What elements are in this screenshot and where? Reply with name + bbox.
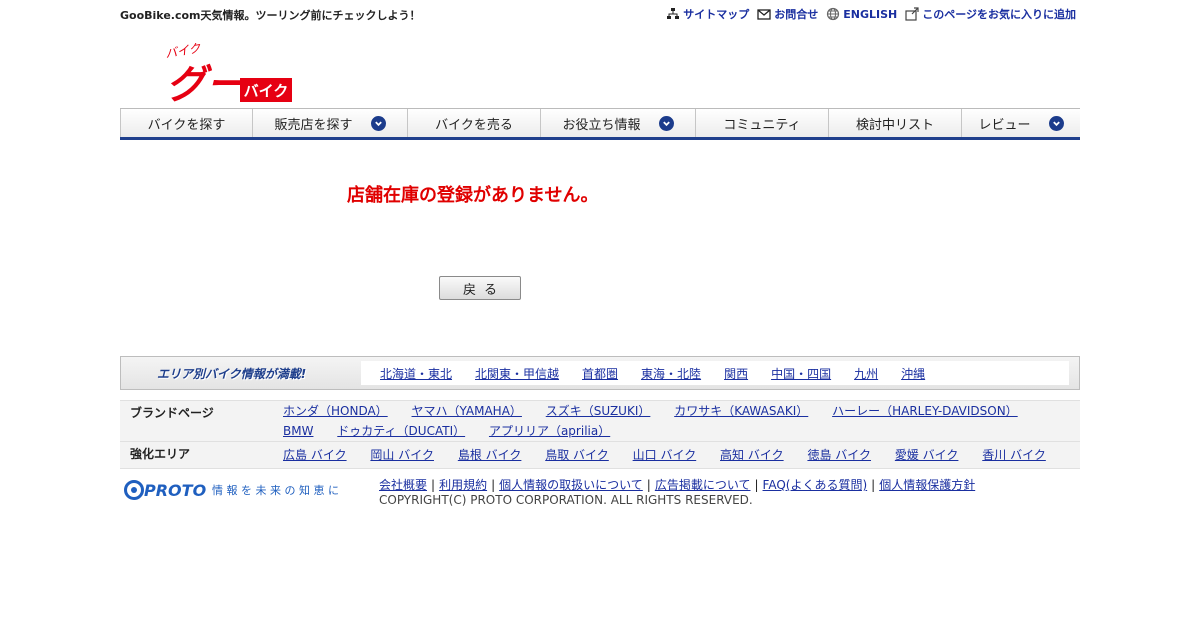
area-link-hokkaido-tohoku[interactable]: 北海道・東北 (380, 365, 452, 382)
nav-label: バイクを売る (435, 117, 513, 133)
globe-icon (827, 7, 840, 21)
footer-link-privacy-policy[interactable]: 個人情報保護方針 (879, 478, 975, 492)
footer-separator: | (646, 478, 651, 492)
footer-link-advertising[interactable]: 広告掲載について (655, 478, 751, 492)
area-link-chugoku-shikoku[interactable]: 中国・四国 (771, 365, 831, 382)
main-nav: バイクを探す 販売店を探す バイクを売る お役立ち情報 コミュニティ 検討中リス… (120, 108, 1080, 140)
area-links: 北海道・東北 北関東・甲信越 首都圏 東海・北陸 関西 中国・四国 九州 沖縄 (361, 361, 1069, 385)
brand-links: ホンダ（HONDA） ヤマハ（YAMAHA） スズキ（SUZUKI） カワサキ（… (283, 401, 1080, 441)
nav-label: バイクを探す (147, 117, 226, 133)
proto-logo[interactable]: PROTO 情 報 を 未 来 の 知 恵 に (124, 479, 364, 501)
area-link-kyushu[interactable]: 九州 (854, 365, 878, 382)
contact-link[interactable]: お問合せ (757, 6, 818, 22)
footer-link-terms[interactable]: 利用規約 (439, 478, 487, 492)
proto-logo-text: PROTO (144, 481, 207, 500)
focus-area-links: 広島 バイク 岡山 バイク 島根 バイク 鳥取 バイク 山口 バイク 高知 バイ… (283, 442, 1080, 468)
nav-review[interactable]: レビュー (962, 109, 1080, 137)
area-bar-title: エリア別バイク情報が満載! (157, 367, 307, 381)
utility-links: サイトマップ お問合せ ENGLISH このページをお気に入りに追加 (666, 6, 1076, 22)
mail-icon (757, 9, 771, 20)
area-link-tokai-hokuriku[interactable]: 東海・北陸 (641, 365, 701, 382)
sitemap-icon (667, 8, 680, 19)
brand-link-ducati[interactable]: ドゥカティ（DUCATI） (337, 421, 465, 441)
nav-sell-bike[interactable]: バイクを売る (408, 109, 541, 137)
bookmark-add-icon (905, 7, 919, 21)
brand-link-bmw[interactable]: BMW (283, 421, 313, 441)
footer-separator: | (871, 478, 876, 492)
brand-row-label: ブランドページ (130, 406, 214, 420)
no-stock-message: 店舗在庫の登録がありません。 (347, 185, 599, 206)
footer-link-privacy-handling[interactable]: 個人情報の取扱いについて (499, 478, 643, 492)
footer-separator: | (431, 478, 436, 492)
focus-link-tokushima[interactable]: 徳島 バイク (807, 445, 871, 465)
focus-area-row: 強化エリア 広島 バイク 岡山 バイク 島根 バイク 鳥取 バイク 山口 バイク… (120, 441, 1080, 469)
area-bar: エリア別バイク情報が満載! 北海道・東北 北関東・甲信越 首都圏 東海・北陸 関… (120, 356, 1080, 390)
focus-area-label: 強化エリア (130, 447, 191, 461)
footer-separator: | (754, 478, 759, 492)
brand-link-yamaha[interactable]: ヤマハ（YAMAHA） (412, 401, 522, 421)
english-link[interactable]: ENGLISH (826, 7, 897, 21)
focus-link-yamaguchi[interactable]: 山口 バイク (633, 445, 697, 465)
bookmark-label: このページをお気に入りに追加 (922, 8, 1076, 21)
brand-area-table: ブランドページ ホンダ（HONDA） ヤマハ（YAMAHA） スズキ（SUZUK… (120, 400, 1080, 469)
area-link-kansai[interactable]: 関西 (724, 365, 748, 382)
sitemap-label: サイトマップ (683, 8, 750, 21)
nav-label: レビュー (978, 117, 1031, 133)
area-link-shutoken[interactable]: 首都圏 (582, 365, 618, 382)
site-tagline: GooBike.com天気情報。ツーリング前にチェックしよう！ (120, 9, 421, 22)
nav-community[interactable]: コミュニティ (696, 109, 829, 137)
proto-logo-tagline: 情 報 を 未 来 の 知 恵 に (212, 483, 339, 497)
logo-graphic: バイク グー バイク (164, 41, 292, 108)
nav-search-dealer[interactable]: 販売店を探す (253, 109, 408, 137)
focus-link-tottori[interactable]: 鳥取 バイク (545, 445, 609, 465)
brand-link-suzuki[interactable]: スズキ（SUZUKI） (546, 401, 651, 421)
nav-useful-info[interactable]: お役立ち情報 (541, 109, 696, 137)
proto-logo-graphic: PROTO 情 報 を 未 来 の 知 恵 に (124, 480, 339, 500)
focus-link-kochi[interactable]: 高知 バイク (720, 445, 784, 465)
logo-badge-text: バイク (244, 82, 289, 100)
focus-link-okayama[interactable]: 岡山 バイク (370, 445, 434, 465)
copyright: COPYRIGHT(C) PROTO CORPORATION. ALL RIGH… (379, 493, 753, 507)
chevron-down-icon (370, 115, 386, 131)
brand-link-honda[interactable]: ホンダ（HONDA） (283, 401, 388, 421)
footer-link-company[interactable]: 会社概要 (379, 478, 427, 492)
brand-link-aprilia[interactable]: アプリリア（aprilia） (489, 421, 610, 441)
area-link-okinawa[interactable]: 沖縄 (901, 365, 925, 382)
footer-separator: | (491, 478, 496, 492)
english-label: ENGLISH (843, 7, 898, 21)
bookmark-link[interactable]: このページをお気に入りに追加 (905, 6, 1076, 22)
nav-label: 検討中リスト (855, 117, 934, 133)
nav-search-bike[interactable]: バイクを探す (120, 109, 253, 137)
nav-label: お役立ち情報 (562, 117, 641, 133)
nav-label: コミュニティ (723, 117, 801, 133)
contact-label: お問合せ (774, 8, 819, 21)
top-bar: GooBike.com天気情報。ツーリング前にチェックしよう！ サイトマップ お… (120, 0, 1080, 28)
focus-link-kagawa[interactable]: 香川 バイク (982, 445, 1046, 465)
chevron-down-icon (658, 115, 674, 131)
brand-link-kawasaki[interactable]: カワサキ（KAWASAKI） (674, 401, 808, 421)
focus-link-ehime[interactable]: 愛媛 バイク (895, 445, 959, 465)
nav-label: 販売店を探す (274, 117, 353, 133)
goo-bike-logo[interactable]: バイク グー バイク (162, 38, 296, 108)
nav-watch-list[interactable]: 検討中リスト (829, 109, 962, 137)
footer-link-faq[interactable]: FAQ(よくある質問) (763, 478, 868, 492)
logo-main-text: グー (166, 62, 248, 106)
back-button[interactable]: 戻る (439, 276, 521, 300)
focus-link-hiroshima[interactable]: 広島 バイク (283, 445, 347, 465)
footer-links: 会社概要 | 利用規約 | 個人情報の取扱いについて | 広告掲載について | FAQ(よくある… (379, 476, 975, 493)
chevron-down-icon (1048, 115, 1064, 131)
brand-link-harley[interactable]: ハーレー（HARLEY-DAVIDSON） (832, 401, 1018, 421)
sitemap-link[interactable]: サイトマップ (666, 6, 749, 22)
logo-small-text: バイク (164, 41, 203, 61)
brand-row: ブランドページ ホンダ（HONDA） ヤマハ（YAMAHA） スズキ（SUZUK… (120, 400, 1080, 441)
area-link-kitakanto[interactable]: 北関東・甲信越 (475, 365, 559, 382)
focus-link-shimane[interactable]: 島根 バイク (458, 445, 522, 465)
